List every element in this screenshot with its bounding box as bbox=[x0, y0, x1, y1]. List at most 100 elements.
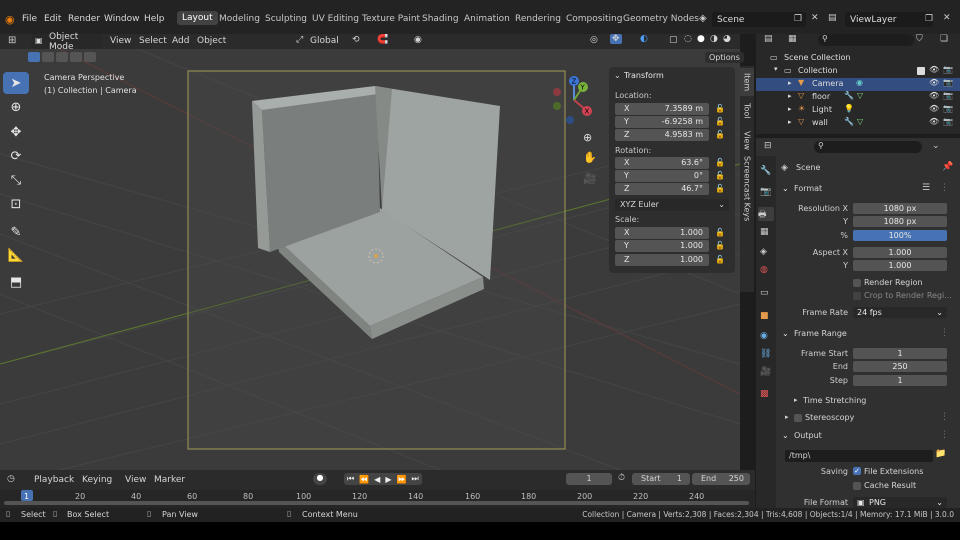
list-item[interactable]: ▸ ☀ Light 💡 👁 📷 bbox=[756, 104, 960, 117]
tab-modeling[interactable]: Modeling bbox=[219, 14, 260, 24]
properties-search-input[interactable]: ⚲ bbox=[814, 141, 922, 153]
tab-screencast-keys[interactable]: Screencast Keys bbox=[740, 156, 754, 222]
frame-end-field[interactable]: 250 bbox=[853, 361, 947, 372]
camera-render-icon[interactable]: 📷 bbox=[943, 117, 953, 126]
scene-selector[interactable]: Scene bbox=[712, 12, 806, 27]
camera-render-icon[interactable]: 📷 bbox=[943, 78, 953, 87]
current-frame-field[interactable]: 1 bbox=[566, 473, 612, 485]
chevron-right-icon[interactable]: ▸ bbox=[788, 118, 792, 126]
camera-view-icon[interactable]: 🎥 bbox=[583, 172, 597, 185]
blender-logo-icon[interactable]: ◉ bbox=[5, 13, 15, 26]
resolution-y-field[interactable]: 1080 px bbox=[853, 216, 947, 227]
annotate-tool-icon[interactable]: ✎ bbox=[3, 221, 29, 243]
tab-texture-paint[interactable]: Texture Paint bbox=[362, 14, 420, 24]
timeline-scrollbar[interactable] bbox=[4, 501, 749, 505]
collapse-chevron-icon[interactable]: ⌄ bbox=[614, 71, 621, 80]
record-button[interactable]: ● bbox=[313, 473, 327, 485]
select-extend-icon[interactable] bbox=[42, 52, 54, 62]
visibility-icon[interactable]: ◎ bbox=[590, 35, 598, 45]
folder-icon[interactable]: 📁 bbox=[935, 449, 946, 459]
crop-region-checkbox[interactable] bbox=[853, 292, 861, 300]
presets-list-icon[interactable]: ☰ bbox=[922, 183, 930, 193]
eye-icon[interactable]: 👁 bbox=[929, 117, 939, 126]
format-section-title[interactable]: Format bbox=[794, 184, 822, 193]
chevron-right-icon[interactable]: ▸ bbox=[788, 92, 792, 100]
menu-keying[interactable]: Keying bbox=[82, 475, 112, 485]
filter-icon[interactable]: ⛉ bbox=[916, 34, 923, 44]
play-reverse-icon[interactable]: ◀ bbox=[374, 475, 380, 484]
menu-playback[interactable]: Playback bbox=[34, 475, 74, 485]
eye-icon[interactable]: 👁 bbox=[929, 65, 939, 74]
lock-icon[interactable]: 🔓 bbox=[715, 241, 725, 250]
lock-icon[interactable]: 🔓 bbox=[715, 171, 725, 180]
scene-tab-icon[interactable]: ◈ bbox=[760, 247, 767, 257]
object-tab-icon[interactable]: ■ bbox=[760, 311, 769, 321]
tab-animation[interactable]: Animation bbox=[464, 14, 510, 24]
start-frame-field[interactable]: Start 1 bbox=[632, 473, 690, 485]
render-region-checkbox[interactable] bbox=[853, 279, 861, 287]
tab-geometry-nodes[interactable]: Geometry Nodes bbox=[623, 14, 699, 24]
render-tab-icon[interactable]: 📷 bbox=[760, 187, 771, 197]
tab-uv-editing[interactable]: UV Editing bbox=[312, 14, 359, 24]
scale-y-field[interactable]: Y 1.000 bbox=[615, 240, 709, 252]
menu-help[interactable]: Help bbox=[144, 14, 165, 24]
object-data-tab-icon[interactable]: 🎥 bbox=[760, 367, 771, 377]
prev-keyframe-icon[interactable]: ⏪ bbox=[359, 475, 369, 484]
eye-icon[interactable]: 👁 bbox=[929, 78, 939, 87]
tab-rendering[interactable]: Rendering bbox=[515, 14, 561, 24]
chevron-down-icon[interactable]: ▾ bbox=[774, 65, 778, 73]
mesh-data-icon[interactable]: ▽ bbox=[857, 91, 863, 100]
lock-icon[interactable]: 🔓 bbox=[715, 117, 725, 126]
scale-tool-icon[interactable]: ⤡ bbox=[3, 169, 29, 191]
tab-compositing[interactable]: Compositing bbox=[566, 14, 622, 24]
frame-range-section-title[interactable]: Frame Range bbox=[794, 329, 847, 338]
end-frame-field[interactable]: End 250 bbox=[692, 473, 750, 485]
options-chevron-icon[interactable]: ⌄ bbox=[932, 141, 940, 151]
chevron-down-icon[interactable]: ⌄ bbox=[782, 431, 789, 440]
chevron-right-icon[interactable]: ▸ bbox=[785, 413, 789, 421]
location-z-field[interactable]: Z 4.9583 m bbox=[615, 129, 709, 141]
chevron-right-icon[interactable]: ▸ bbox=[794, 396, 798, 404]
chevron-right-icon[interactable]: ▸ bbox=[788, 79, 792, 87]
rotate-tool-icon[interactable]: ⟳ bbox=[3, 145, 29, 167]
list-item[interactable]: ▸ ▼ Camera ◉ 👁 📷 bbox=[756, 78, 960, 91]
world-tab-icon[interactable]: ◍ bbox=[760, 265, 768, 275]
rotation-y-field[interactable]: Y 0° bbox=[615, 170, 709, 182]
file-format-dropdown[interactable]: ▣ PNG ⌄ bbox=[853, 497, 947, 508]
transform-title[interactable]: Transform bbox=[624, 71, 664, 80]
pin-icon[interactable]: 📌 bbox=[942, 162, 953, 172]
rotation-mode-dropdown[interactable]: XYZ Euler ⌄ bbox=[615, 199, 729, 211]
mode-selector[interactable]: ▣ Object Mode bbox=[31, 32, 102, 52]
rotation-x-field[interactable]: X 63.6° bbox=[615, 157, 709, 169]
light-data-icon[interactable]: 💡 bbox=[844, 104, 854, 113]
chevron-right-icon[interactable]: ▸ bbox=[788, 105, 792, 113]
tab-view[interactable]: View bbox=[740, 126, 754, 154]
jump-end-icon[interactable]: ⏭ bbox=[411, 474, 418, 484]
view-layer-icon[interactable]: ▤ bbox=[828, 13, 837, 23]
resolution-x-field[interactable]: 1080 px bbox=[853, 203, 947, 214]
stopwatch-icon[interactable]: ⏱ bbox=[618, 473, 625, 483]
copy-view-layer-icon[interactable]: ❐ bbox=[925, 14, 933, 24]
collection-tab-icon[interactable]: ▭ bbox=[760, 288, 769, 298]
menu-view[interactable]: View bbox=[110, 36, 131, 46]
outliner-editor-icon[interactable]: ▤ bbox=[764, 34, 773, 44]
lock-icon[interactable]: 🔓 bbox=[715, 130, 725, 139]
shading-material-icon[interactable]: ◑ bbox=[710, 34, 718, 44]
frame-rate-dropdown[interactable]: 24 fps ⌄ bbox=[853, 307, 947, 318]
zoom-icon[interactable]: ⊕ bbox=[583, 131, 592, 144]
menu-file[interactable]: File bbox=[22, 14, 37, 24]
eye-icon[interactable]: 👁 bbox=[929, 91, 939, 100]
drag-handle-icon[interactable]: ⋮ bbox=[940, 430, 949, 440]
resolution-percent-field[interactable]: 100% bbox=[853, 230, 947, 241]
gizmo-toggle-icon[interactable]: ✥ bbox=[610, 34, 622, 44]
cache-result-checkbox[interactable] bbox=[853, 482, 861, 490]
constraints-tab-icon[interactable]: ⛓ bbox=[760, 349, 771, 359]
menu-marker[interactable]: Marker bbox=[154, 475, 185, 485]
lock-icon[interactable]: 🔓 bbox=[715, 228, 725, 237]
select-new-icon[interactable] bbox=[28, 52, 40, 62]
measure-tool-icon[interactable]: 📐 bbox=[3, 244, 29, 266]
properties-editor-icon[interactable]: ⊟ bbox=[764, 141, 772, 151]
select-tool-icon[interactable]: ➤ bbox=[3, 72, 29, 94]
pivot-icon[interactable]: ⟲ bbox=[352, 35, 360, 45]
menu-select[interactable]: Select bbox=[139, 36, 167, 46]
